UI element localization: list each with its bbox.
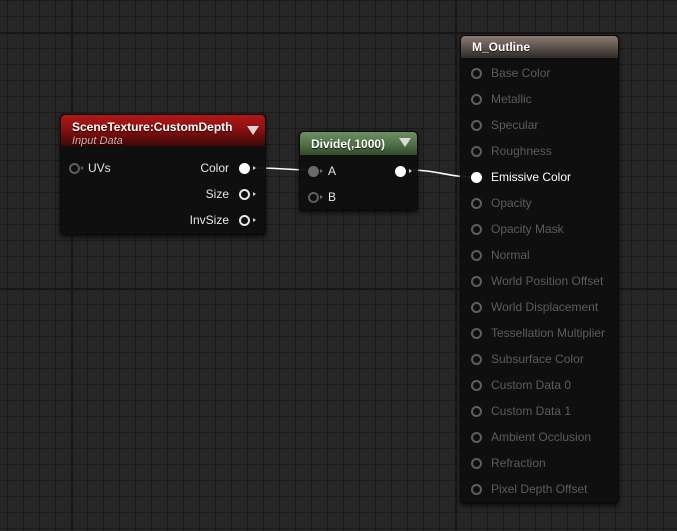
pin-label: UVs	[88, 161, 111, 175]
collapse-arrow-icon[interactable]	[247, 126, 259, 135]
pin-label: Pixel Depth Offset	[491, 482, 588, 496]
output-pin-size[interactable]: Size	[167, 185, 257, 203]
scene-texture-title: SceneTexture:CustomDepth	[72, 120, 233, 134]
divide-header[interactable]: Divide(,1000)	[300, 132, 417, 155]
material-output-title: M_Outline	[472, 40, 531, 54]
pin-circle-icon[interactable]	[471, 484, 482, 495]
pin-label: Custom Data 1	[491, 404, 572, 418]
pin-label: Roughness	[491, 144, 552, 158]
output-pin-invsize[interactable]: InvSize	[167, 211, 257, 229]
pin-circle-icon[interactable]	[471, 406, 482, 417]
pin-arrow-icon	[81, 166, 84, 170]
output-pin-result[interactable]	[389, 162, 413, 180]
pin-circle-icon[interactable]	[395, 166, 406, 177]
pin-circle-icon[interactable]	[471, 380, 482, 391]
pin-circle-icon[interactable]	[308, 166, 319, 177]
pin-label: Opacity	[491, 196, 532, 210]
material-output-header[interactable]: M_Outline	[461, 36, 618, 58]
pin-circle-icon[interactable]	[239, 189, 250, 200]
collapse-arrow-icon[interactable]	[399, 138, 411, 147]
pin-label: Base Color	[491, 66, 551, 80]
material-output-node[interactable]: M_Outline Base Color Metallic Specular R…	[460, 35, 619, 504]
pin-label: Custom Data 0	[491, 378, 572, 392]
pin-label: Specular	[491, 118, 539, 132]
scene-texture-header[interactable]: SceneTexture:CustomDepth Input Data	[61, 115, 265, 147]
pin-circle-icon[interactable]	[471, 68, 482, 79]
pin-circle-icon[interactable]	[471, 198, 482, 209]
output-pin-color[interactable]: Color	[167, 159, 257, 177]
divide-node[interactable]: Divide(,1000) A B	[299, 131, 418, 211]
pin-circle-icon[interactable]	[69, 163, 80, 174]
pin-circle-icon[interactable]	[471, 432, 482, 443]
pin-arrow-icon	[409, 169, 412, 173]
divide-title: Divide(,1000)	[311, 137, 386, 151]
pin-circle-icon[interactable]	[471, 250, 482, 261]
pin-label: InvSize	[189, 213, 229, 227]
pin-label: Size	[205, 187, 229, 201]
pin-label: World Displacement	[491, 300, 599, 314]
pin-label: B	[328, 190, 337, 204]
pin-arrow-icon	[253, 166, 256, 170]
pin-circle-icon[interactable]	[471, 354, 482, 365]
pin-circle-icon[interactable]	[471, 224, 482, 235]
pin-label: A	[328, 164, 337, 178]
pin-circle-icon[interactable]	[239, 215, 250, 226]
pin-label: Refraction	[491, 456, 546, 470]
pin-label: World Position Offset	[491, 274, 604, 288]
pin-arrow-icon	[253, 192, 256, 196]
pin-circle-icon[interactable]	[471, 120, 482, 131]
pin-arrow-icon	[253, 218, 256, 222]
pin-circle-icon[interactable]	[471, 328, 482, 339]
pin-label: Color	[200, 161, 229, 175]
input-pin-uvs[interactable]: UVs	[69, 159, 149, 177]
scene-texture-subtitle: Input Data	[72, 135, 123, 147]
pin-label: Metallic	[491, 92, 532, 106]
pin-circle-icon[interactable]	[471, 94, 482, 105]
pin-circle-icon[interactable]	[239, 163, 250, 174]
pin-circle-icon[interactable]	[471, 302, 482, 313]
pin-circle-icon[interactable]	[471, 146, 482, 157]
pin-label: Emissive Color	[491, 170, 572, 184]
input-pin-a[interactable]: A	[308, 162, 368, 180]
pin-label: Opacity Mask	[491, 222, 564, 236]
pin-arrow-icon	[320, 169, 323, 173]
pin-arrow-icon	[320, 195, 323, 199]
material-graph-canvas[interactable]: SceneTexture:CustomDepth Input Data UVs …	[0, 0, 677, 531]
pin-label: Normal	[491, 248, 530, 262]
pin-circle-icon[interactable]	[471, 276, 482, 287]
pin-circle-icon[interactable]	[308, 192, 319, 203]
input-pin-b[interactable]: B	[308, 188, 368, 206]
pin-circle-icon[interactable]	[471, 458, 482, 469]
pin-label: Tessellation Multiplier	[491, 326, 606, 340]
pin-circle-icon[interactable]	[471, 172, 482, 183]
pin-label: Ambient Occlusion	[491, 430, 592, 444]
scene-texture-node[interactable]: SceneTexture:CustomDepth Input Data UVs …	[60, 114, 266, 235]
pin-label: Subsurface Color	[491, 352, 584, 366]
